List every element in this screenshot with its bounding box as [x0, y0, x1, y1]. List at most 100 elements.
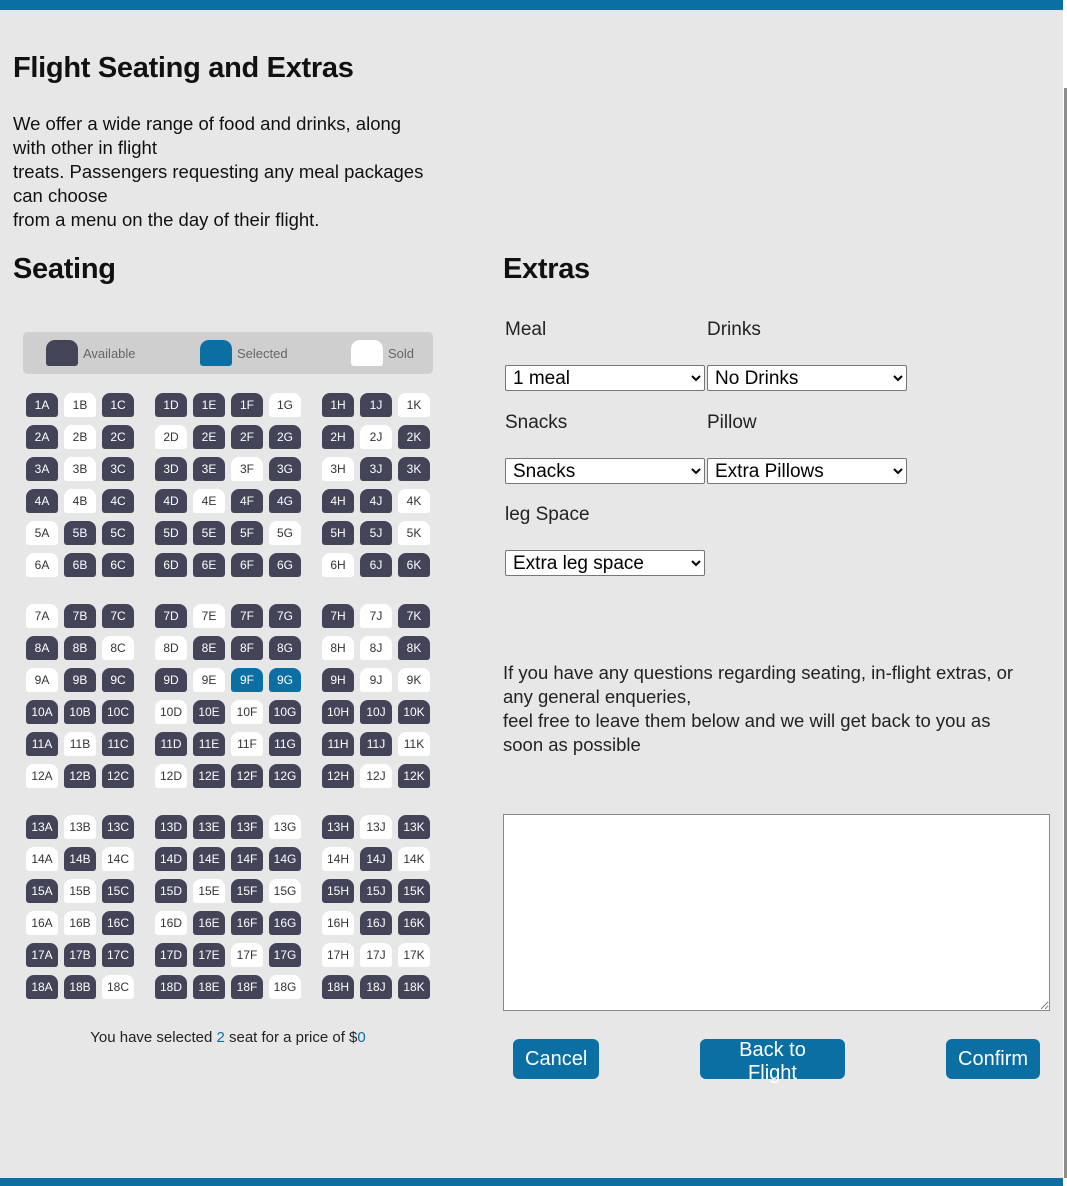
seat-8a[interactable]: 8A	[26, 636, 58, 660]
seat-15k[interactable]: 15K	[398, 879, 430, 903]
seat-15j[interactable]: 15J	[360, 879, 392, 903]
seat-11d[interactable]: 11D	[155, 732, 187, 756]
seat-16f[interactable]: 16F	[231, 911, 263, 935]
seat-15f[interactable]: 15F	[231, 879, 263, 903]
seat-6g[interactable]: 6G	[269, 553, 301, 577]
seat-9h[interactable]: 9H	[322, 668, 354, 692]
seat-7f[interactable]: 7F	[231, 604, 263, 628]
seat-11j[interactable]: 11J	[360, 732, 392, 756]
seat-1h[interactable]: 1H	[322, 393, 354, 417]
seat-3c[interactable]: 3C	[102, 457, 134, 481]
seat-6e[interactable]: 6E	[193, 553, 225, 577]
seat-9b[interactable]: 9B	[64, 668, 96, 692]
seat-5d[interactable]: 5D	[155, 521, 187, 545]
seat-13k[interactable]: 13K	[398, 815, 430, 839]
seat-10k[interactable]: 10K	[398, 700, 430, 724]
leg-space-select[interactable]: Extra leg space	[505, 550, 705, 576]
drinks-select[interactable]: No Drinks	[707, 365, 907, 391]
seat-2g[interactable]: 2G	[269, 425, 301, 449]
seat-10c[interactable]: 10C	[102, 700, 134, 724]
seat-8b[interactable]: 8B	[64, 636, 96, 660]
enquiry-textarea[interactable]	[503, 814, 1050, 1011]
seat-16j[interactable]: 16J	[360, 911, 392, 935]
seat-14e[interactable]: 14E	[193, 847, 225, 871]
seat-6j[interactable]: 6J	[360, 553, 392, 577]
seat-2k[interactable]: 2K	[398, 425, 430, 449]
cancel-button[interactable]: Cancel	[513, 1039, 599, 1079]
seat-1j[interactable]: 1J	[360, 393, 392, 417]
seat-12c[interactable]: 12C	[102, 764, 134, 788]
seat-3k[interactable]: 3K	[398, 457, 430, 481]
seat-11e[interactable]: 11E	[193, 732, 225, 756]
seat-10b[interactable]: 10B	[64, 700, 96, 724]
seat-18e[interactable]: 18E	[193, 975, 225, 999]
seat-11c[interactable]: 11C	[102, 732, 134, 756]
seat-6k[interactable]: 6K	[398, 553, 430, 577]
seat-5b[interactable]: 5B	[64, 521, 96, 545]
seat-12f[interactable]: 12F	[231, 764, 263, 788]
meal-select[interactable]: 1 meal	[505, 365, 705, 391]
seat-6c[interactable]: 6C	[102, 553, 134, 577]
seat-12h[interactable]: 12H	[322, 764, 354, 788]
seat-7h[interactable]: 7H	[322, 604, 354, 628]
seat-1e[interactable]: 1E	[193, 393, 225, 417]
seat-13e[interactable]: 13E	[193, 815, 225, 839]
seat-17c[interactable]: 17C	[102, 943, 134, 967]
seat-7g[interactable]: 7G	[269, 604, 301, 628]
seat-9d[interactable]: 9D	[155, 668, 187, 692]
seat-8f[interactable]: 8F	[231, 636, 263, 660]
seat-18j[interactable]: 18J	[360, 975, 392, 999]
seat-1f[interactable]: 1F	[231, 393, 263, 417]
seat-13f[interactable]: 13F	[231, 815, 263, 839]
confirm-button[interactable]: Confirm	[946, 1039, 1040, 1079]
seat-7b[interactable]: 7B	[64, 604, 96, 628]
seat-3e[interactable]: 3E	[193, 457, 225, 481]
seat-4j[interactable]: 4J	[360, 489, 392, 513]
seat-9f[interactable]: 9F	[231, 668, 263, 692]
seat-18f[interactable]: 18F	[231, 975, 263, 999]
seat-7c[interactable]: 7C	[102, 604, 134, 628]
seat-15h[interactable]: 15H	[322, 879, 354, 903]
seat-17b[interactable]: 17B	[64, 943, 96, 967]
seat-6d[interactable]: 6D	[155, 553, 187, 577]
seat-4h[interactable]: 4H	[322, 489, 354, 513]
seat-12g[interactable]: 12G	[269, 764, 301, 788]
seat-18b[interactable]: 18B	[64, 975, 96, 999]
seat-16c[interactable]: 16C	[102, 911, 134, 935]
seat-2h[interactable]: 2H	[322, 425, 354, 449]
seat-13a[interactable]: 13A	[26, 815, 58, 839]
seat-17g[interactable]: 17G	[269, 943, 301, 967]
seat-18a[interactable]: 18A	[26, 975, 58, 999]
seat-11h[interactable]: 11H	[322, 732, 354, 756]
seat-8e[interactable]: 8E	[193, 636, 225, 660]
seat-14d[interactable]: 14D	[155, 847, 187, 871]
page-scrollbar[interactable]	[1063, 0, 1067, 1186]
seat-18d[interactable]: 18D	[155, 975, 187, 999]
seat-6b[interactable]: 6B	[64, 553, 96, 577]
seat-14b[interactable]: 14B	[64, 847, 96, 871]
seat-12e[interactable]: 12E	[193, 764, 225, 788]
seat-5j[interactable]: 5J	[360, 521, 392, 545]
seat-10a[interactable]: 10A	[26, 700, 58, 724]
seat-2a[interactable]: 2A	[26, 425, 58, 449]
seat-16k[interactable]: 16K	[398, 911, 430, 935]
seat-13d[interactable]: 13D	[155, 815, 187, 839]
seat-18k[interactable]: 18K	[398, 975, 430, 999]
seat-16g[interactable]: 16G	[269, 911, 301, 935]
seat-18h[interactable]: 18H	[322, 975, 354, 999]
seat-5h[interactable]: 5H	[322, 521, 354, 545]
seat-5e[interactable]: 5E	[193, 521, 225, 545]
seat-4f[interactable]: 4F	[231, 489, 263, 513]
seat-12k[interactable]: 12K	[398, 764, 430, 788]
seat-4a[interactable]: 4A	[26, 489, 58, 513]
seat-5c[interactable]: 5C	[102, 521, 134, 545]
seat-2c[interactable]: 2C	[102, 425, 134, 449]
seat-3a[interactable]: 3A	[26, 457, 58, 481]
seat-15a[interactable]: 15A	[26, 879, 58, 903]
seat-13h[interactable]: 13H	[322, 815, 354, 839]
seat-3g[interactable]: 3G	[269, 457, 301, 481]
seat-6f[interactable]: 6F	[231, 553, 263, 577]
seat-1a[interactable]: 1A	[26, 393, 58, 417]
seat-10j[interactable]: 10J	[360, 700, 392, 724]
seat-17e[interactable]: 17E	[193, 943, 225, 967]
